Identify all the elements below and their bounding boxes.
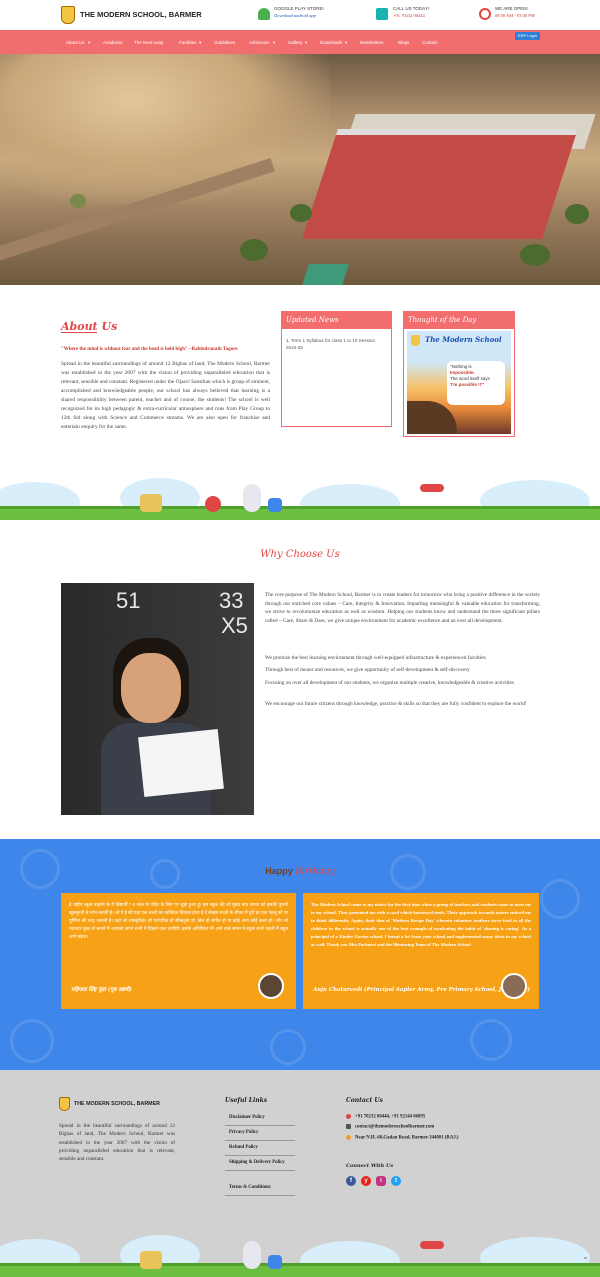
erp-login-button[interactable]: ERP Login (515, 32, 540, 40)
decorative-grass-band (0, 1227, 600, 1277)
nav-newsletters[interactable]: Newsletters (360, 40, 384, 45)
link-privacy[interactable]: Privacy Policy (225, 1125, 295, 1141)
blocks-icon (268, 498, 282, 512)
thought-panel: Thought of the Day The Modern School "No… (403, 311, 515, 437)
hero-campus-image (0, 54, 600, 285)
why-title: Why Choose Us (260, 549, 340, 560)
nav-about[interactable]: About Us (66, 40, 85, 45)
why-paragraph-4: Focusing on over all development of our … (265, 680, 514, 686)
rocking-horse-icon (140, 494, 162, 512)
twitter-icon[interactable]: t (391, 1176, 401, 1186)
youtube-icon[interactable]: y (361, 1176, 371, 1186)
testimonial-card-2: The Modern School came to my notice for … (303, 893, 539, 1009)
title-underline (61, 332, 97, 333)
school-logo[interactable] (61, 6, 75, 24)
app-line1: GOOGLE PLAY STORE! (274, 6, 324, 11)
nav-gallery[interactable]: Gallery (288, 40, 302, 45)
chevron-down-icon: ▾ (305, 40, 308, 45)
thought-poster[interactable]: The Modern School "Nothing is Impossible… (407, 331, 511, 434)
chevron-down-icon: ▾ (88, 40, 91, 45)
birthday-title: Happy Birthday (265, 866, 335, 877)
why-paragraph-3: Through best of means and resources, we … (265, 667, 470, 673)
avatar (258, 973, 284, 999)
blocks-icon (268, 1255, 282, 1269)
contact-email[interactable]: contact@themodernschoolbarmer.com (346, 1124, 434, 1130)
testimonial-author-1: महिपाल सिंह चुंडा (पुत्र उद्यमी) (71, 987, 132, 993)
top-bar: THE MODERN SCHOOL, BARMER GOOGLE PLAY ST… (0, 0, 600, 30)
about-text: Spread in the beautiful surroundings of … (61, 361, 270, 430)
app-line2[interactable]: Download android app (274, 13, 316, 19)
why-paragraph-2: We promise the best learning environment… (265, 655, 486, 661)
useful-links-title: Useful Links (225, 1097, 268, 1104)
chevron-down-icon: ▾ (199, 40, 202, 45)
mail-icon (346, 1124, 351, 1129)
testimonial-text-1: हे राष्ट्रीय स्कूल बाड़मेर के ये विद्यार… (69, 902, 288, 939)
nav-academic[interactable]: Academic (103, 40, 123, 45)
contact-phone[interactable]: +91 70232 00444, +91 92144 06895 (346, 1114, 425, 1120)
bunny-icon (243, 484, 261, 512)
contact-address: Near N.H.-68,Gadan Road, Barmer-344001 (… (346, 1135, 459, 1141)
link-shipping[interactable]: Shipping & Delivery Policy (225, 1155, 295, 1171)
poster-quote: "Nothing is Impossible. The word itself … (447, 361, 505, 405)
contact-title: Contact Us (346, 1097, 383, 1104)
scroll-top-icon[interactable]: ⌃ (582, 1256, 589, 1265)
open-line1: WE ARE OPEN! (495, 6, 528, 11)
airplane-icon (420, 484, 444, 492)
testimonial-text-2: The Modern School came to my notice for … (311, 902, 531, 947)
nav-blogs[interactable]: Blogs (398, 40, 409, 45)
main-nav: About Us ▾ Academic The Next Leap Facilit… (0, 30, 600, 54)
brand-name[interactable]: THE MODERN SCHOOL, BARMER (80, 10, 202, 19)
news-panel: Updated News 1. Term 1 Syllabus for clas… (281, 311, 392, 427)
clock-icon (479, 8, 491, 20)
rocking-horse-icon (140, 1251, 162, 1269)
nav-admission[interactable]: Admission (249, 40, 270, 45)
ball-icon (205, 496, 221, 512)
school-logo (411, 335, 420, 346)
decorative-grass-band (0, 470, 600, 520)
why-paragraph-5: We encourage our future citizens through… (265, 701, 527, 707)
phone-icon (376, 8, 388, 20)
android-icon[interactable] (258, 8, 270, 20)
connect-title: Connect With Us (346, 1163, 394, 1169)
call-line2[interactable]: +91 70232 00444 (393, 13, 425, 19)
airplane-icon (420, 1241, 444, 1249)
link-disclaimer[interactable]: Disclaimer Policy (225, 1110, 295, 1126)
facebook-icon[interactable]: f (346, 1176, 356, 1186)
chevron-down-icon: ▾ (345, 40, 348, 45)
avatar (501, 973, 527, 999)
news-item[interactable]: 1. Term 1 Syllabus for class 1 to 10 Ses… (282, 329, 391, 359)
poster-title: The Modern School (425, 335, 502, 344)
school-logo[interactable] (59, 1097, 70, 1111)
nav-contact[interactable]: Contact (422, 40, 438, 45)
phone-icon (346, 1114, 351, 1119)
nav-downloads[interactable]: Downloads (320, 40, 342, 45)
instagram-icon[interactable]: i (376, 1176, 386, 1186)
bunny-icon (243, 1241, 261, 1269)
footer-brand: THE MODERN SCHOOL, BARMER (74, 1101, 160, 1107)
location-icon (346, 1135, 351, 1140)
testimonial-card-1: हे राष्ट्रीय स्कूल बाड़मेर के ये विद्यार… (61, 893, 296, 1009)
chevron-down-icon: ▾ (273, 40, 276, 45)
link-terms[interactable]: Terms & Conditions (225, 1180, 295, 1196)
testimonial-author-2: Anju Chaturvedi (Principal Sapler Army, … (313, 987, 530, 993)
open-line2: 08.00 AM - 03.00 PM (495, 13, 535, 18)
nav-next-leap[interactable]: The Next Leap (134, 40, 164, 45)
student-photo: 51 33 X5 (61, 583, 254, 815)
nav-guidelines[interactable]: Guidelines (214, 40, 235, 45)
call-line1: CALL US TODAY! (393, 6, 430, 11)
nav-facilities[interactable]: Facilities (179, 40, 197, 45)
thought-title: Thought of the Day (404, 312, 514, 329)
link-refund[interactable]: Refund Policy (225, 1140, 295, 1156)
footer-about: Spread in the beautiful surroundings of … (59, 1123, 175, 1163)
why-paragraph-1: The core purpose of The Modern School, B… (265, 592, 540, 624)
news-title: Updated News (282, 312, 391, 329)
about-quote: "Where the mind is without fear and the … (61, 347, 238, 352)
